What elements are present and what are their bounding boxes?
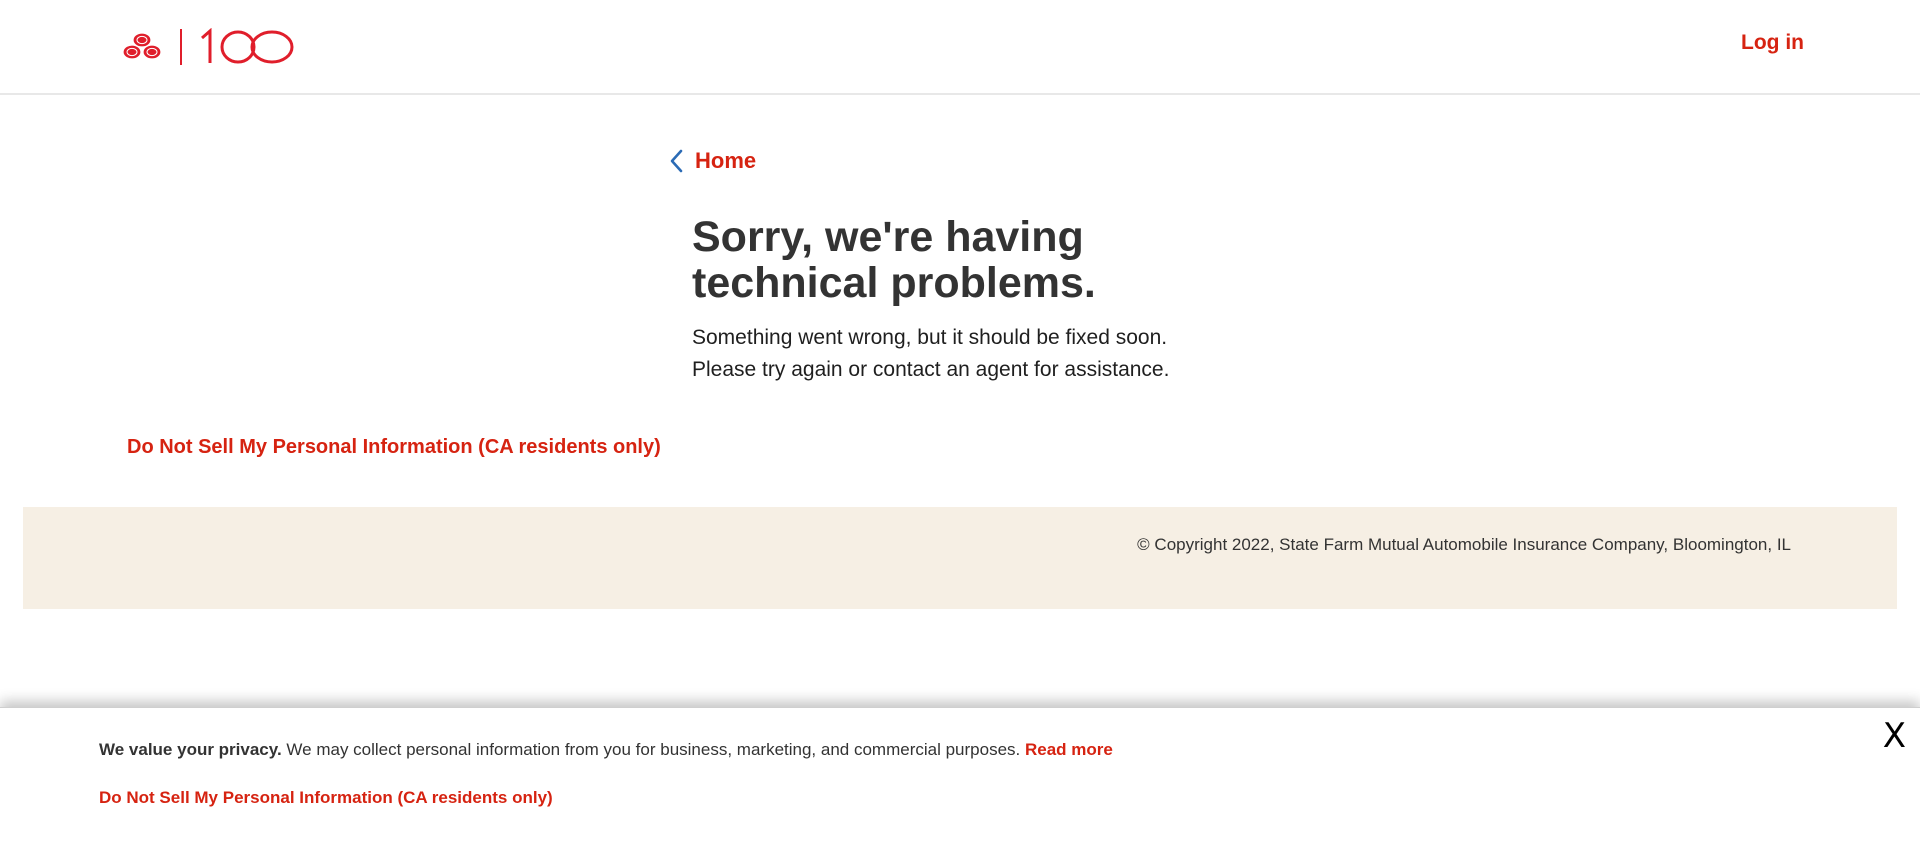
breadcrumb-home[interactable]: Home [667, 148, 756, 174]
state-farm-rings-icon [122, 32, 162, 60]
state-farm-logo[interactable] [116, 28, 296, 66]
privacy-notice: We value your privacy. We may collect pe… [99, 740, 1113, 760]
copyright-text: © Copyright 2022, State Farm Mutual Auto… [1137, 535, 1791, 554]
login-link[interactable]: Log in [1741, 31, 1804, 55]
do-not-sell-link[interactable]: Do Not Sell My Personal Information (CA … [127, 436, 661, 459]
privacy-body: We may collect personal information from… [281, 740, 1025, 759]
privacy-banner: We value your privacy. We may collect pe… [0, 707, 1920, 846]
error-message-line-1: Something went wrong, but it should be f… [692, 326, 1168, 349]
site-footer: © Copyright 2022, State Farm Mutual Auto… [23, 507, 1897, 609]
error-message: Something went wrong, but it should be f… [692, 322, 1312, 386]
read-more-link[interactable]: Read more [1025, 740, 1113, 759]
centennial-100-logo [201, 28, 294, 64]
close-banner-button[interactable]: X [1883, 716, 1906, 756]
privacy-do-not-sell-link[interactable]: Do Not Sell My Personal Information (CA … [99, 788, 553, 808]
logo-divider [180, 29, 182, 65]
page-title: Sorry, we're having technical problems. [692, 213, 1096, 307]
error-message-line-2: Please try again or contact an agent for… [692, 358, 1170, 381]
breadcrumb-label: Home [695, 148, 757, 173]
site-header: Log in [0, 0, 1920, 95]
privacy-heading: We value your privacy. [99, 740, 282, 759]
chevron-left-icon [670, 149, 683, 173]
